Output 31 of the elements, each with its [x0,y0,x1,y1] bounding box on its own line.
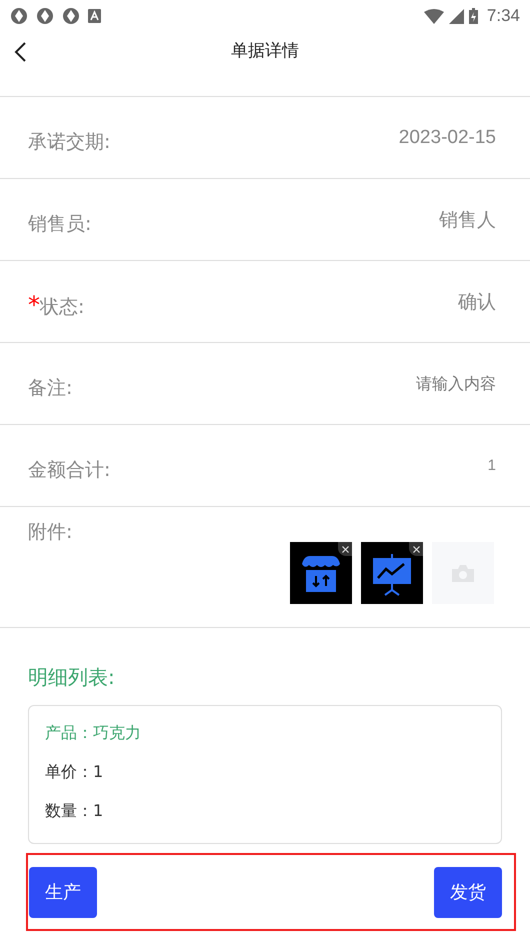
field-value: 2023-02-15 [398,126,496,148]
action-button[interactable]: 发货 [434,866,502,918]
app-icon [36,7,54,25]
back-icon [14,42,26,62]
product-name: 产品：巧克力 [45,722,142,744]
field-label: 金额合计: [28,458,110,482]
app-icon [62,7,80,25]
field-label: 承诺交期: [28,130,110,154]
field-value: 确认 [458,290,496,314]
action-button[interactable]: 生产 [29,866,97,918]
field-value: 1 [488,457,496,474]
close-icon [412,546,420,552]
delete-button[interactable] [409,542,423,556]
section-title: 明细列表: [28,664,116,691]
back-button[interactable] [12,40,28,64]
delete-button[interactable] [338,542,352,556]
close-icon [342,546,348,552]
field-value: 销售人 [439,208,496,232]
unit-price: 单价：1 [45,761,104,783]
clock-time: 7:34 [486,6,520,26]
page-title: 单据详情 [231,40,299,62]
quantity: 数量：1 [45,800,104,822]
field-label: 备注: [28,376,72,400]
field-label: *状态: [28,291,84,320]
signal-icon [448,8,464,24]
battery-icon [468,8,478,24]
keyboard-icon [88,9,101,23]
field-label: 附件: [28,520,72,545]
field-label: 销售员: [28,212,92,236]
wifi-icon [424,8,444,24]
app-icon [10,7,28,25]
